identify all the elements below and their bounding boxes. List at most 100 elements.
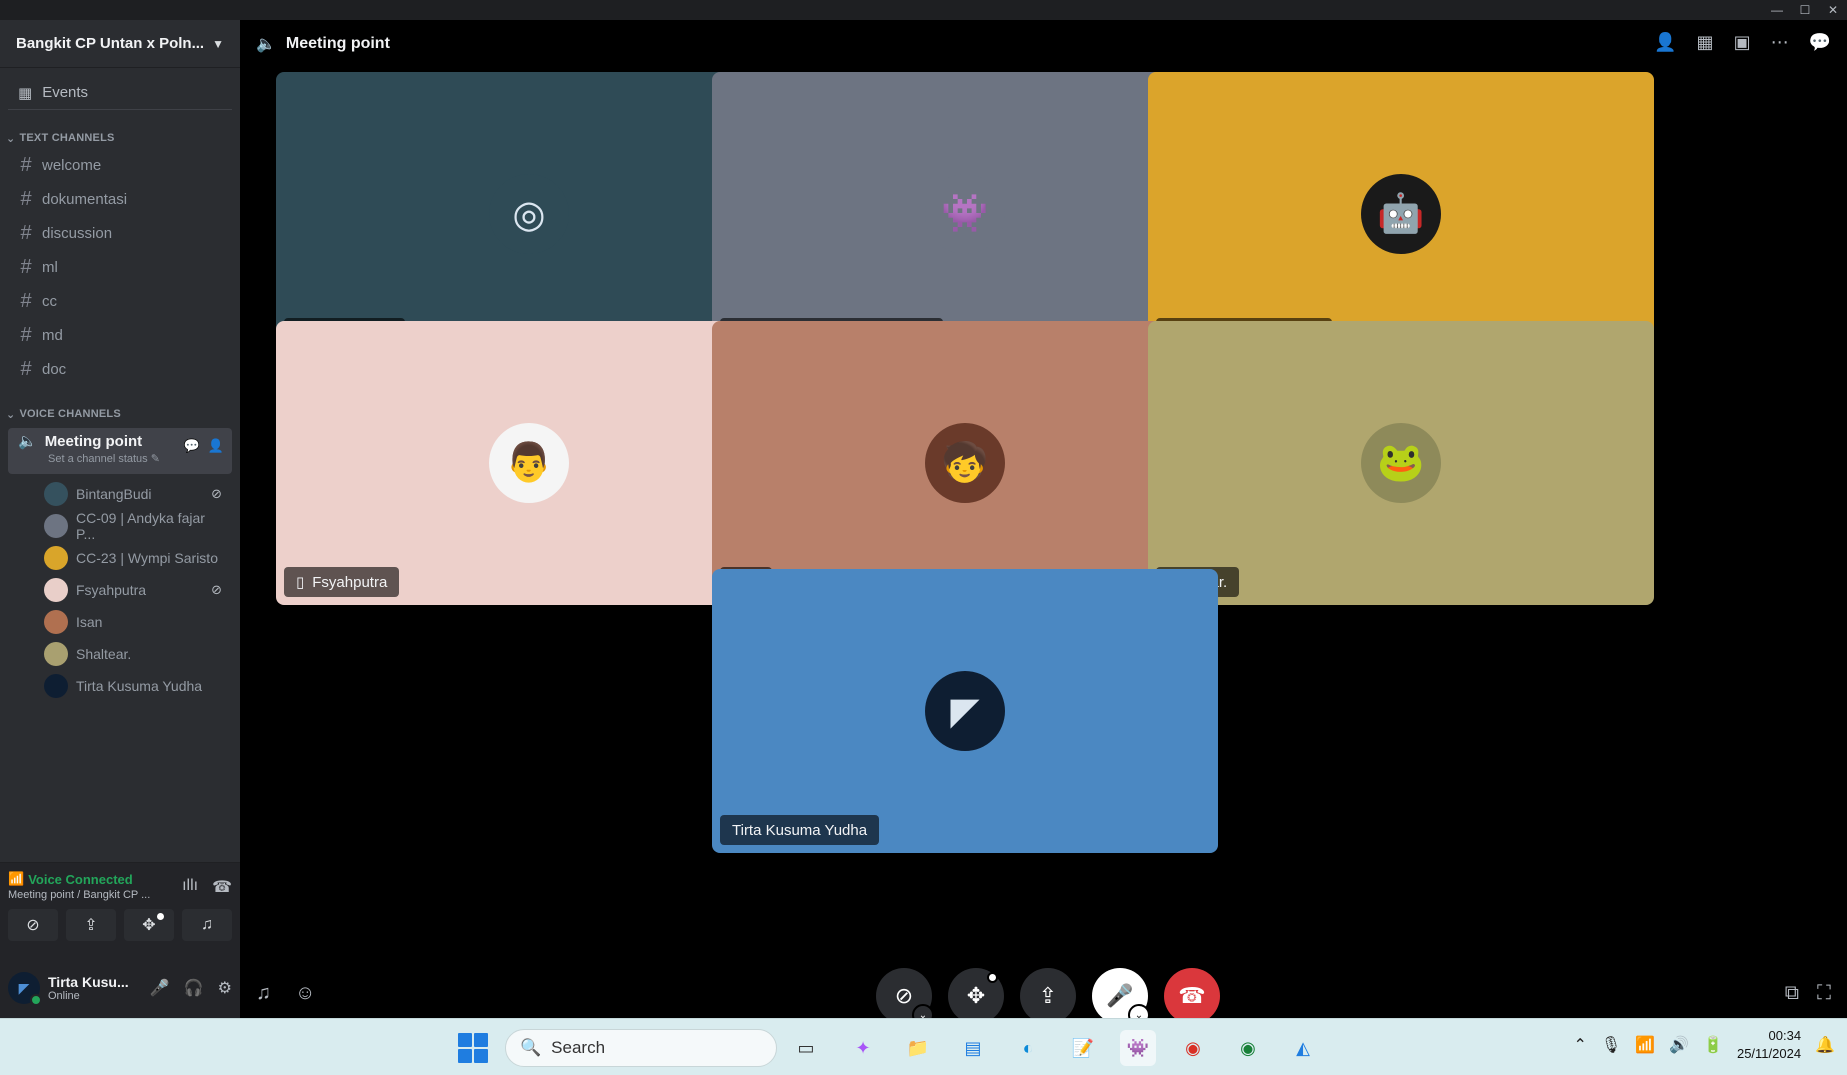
soundboard-button[interactable]: ♫ [182,909,232,941]
voice-member-item[interactable]: BintangBudi ⊘ [44,478,228,510]
microphone-button[interactable]: 🎤 ⌄ [1092,968,1150,1026]
server-header[interactable]: Bangkit CP Untan x Poln... ▼ [0,20,240,68]
voice-stage: 🔈 Meeting point 👤 ▦ ▣ ⋯ 💬 ◎▯BintangBudi⊘… [240,20,1847,1026]
chevron-down-icon: ▼ [212,36,224,51]
text-channel-item[interactable]: # dokumentasi [8,182,232,216]
avatar [44,674,68,698]
task-view-icon[interactable]: ▭ [788,1030,824,1066]
maximize-icon[interactable]: ☐ [1791,0,1819,20]
voice-member-item[interactable]: Shaltear. [44,638,228,670]
events-label: Events [42,84,89,101]
camera-off-button[interactable]: ⊘ [8,909,58,941]
camera-off-button[interactable]: ⊘ ⌄ [876,968,934,1026]
headphones-icon[interactable]: 🎧 [184,978,204,998]
text-channels-category[interactable]: ⌄ TEXT CHANNELS [0,128,240,148]
voice-member-item[interactable]: CC-23 | Wympi Saristo [44,542,228,574]
chat-icon[interactable]: 💬 [184,438,200,454]
wifi-icon[interactable]: 📶 [1635,1035,1655,1055]
voice-member-item[interactable]: Tirta Kusuma Yudha [44,670,228,702]
participant-tile[interactable]: ◎▯BintangBudi⊘ [276,72,782,356]
settings-gear-icon[interactable]: ⚙ [218,978,232,998]
add-user-icon[interactable]: 👤 [1654,32,1676,53]
muted-icon: ⊘ [211,582,222,597]
activities-button[interactable]: ✥ [124,909,174,941]
voice-connected-panel: 📶 Voice Connected Meeting point / Bangkit… [0,862,240,958]
avatar[interactable]: ◤ [8,972,42,1006]
avatar: 👨 [489,423,569,503]
clock[interactable]: 00:34 25/11/2024 [1737,1027,1801,1063]
microsoft-store-icon[interactable]: ▤ [955,1030,991,1066]
voice-channel-name: Meeting point [44,432,143,450]
discord-app-icon[interactable]: 👾 [1120,1030,1156,1066]
text-channel-item[interactable]: # doc [8,352,232,386]
voice-member-item[interactable]: Fsyahputra ⊘ [44,574,228,606]
grid-layout-icon[interactable]: ▦ [1697,32,1714,53]
more-options-icon[interactable]: ⋯ [1771,32,1789,53]
microphone-icon[interactable]: 🎙 [1601,1035,1621,1055]
voice-connected-status[interactable]: 📶 Voice Connected [8,871,150,887]
chrome-profile-icon[interactable]: ◉ [1230,1030,1266,1066]
speaker-icon: 🔈 [18,433,37,450]
search-icon: 🔍 [520,1038,542,1057]
disconnect-icon[interactable]: ☎ [212,877,232,897]
inbox-icon[interactable]: ▣ [1734,32,1751,53]
microphone-icon[interactable]: 🎤 [150,978,170,998]
minimize-icon[interactable]: — [1763,0,1791,20]
avatar: 👾 [925,174,1005,254]
participant-tile[interactable]: 👨▯Fsyahputra⊘ [276,321,782,605]
fullscreen-icon[interactable]: ⛶ [1817,982,1831,1005]
text-channel-item[interactable]: # discussion [8,216,232,250]
text-channel-item[interactable]: # welcome [8,148,232,182]
battery-icon[interactable]: 🔋 [1703,1035,1723,1055]
noise-suppression-icon[interactable]: ıllı [182,877,198,897]
user-info[interactable]: Tirta Kusu... Online [48,974,150,1002]
text-channel-item[interactable]: # cc [8,284,232,318]
voice-channels-category[interactable]: ⌄ VOICE CHANNELS [0,404,240,424]
participant-tile[interactable]: 👾CC-09 | Andyka fajar Pratama [712,72,1218,356]
soundboard-icon[interactable]: ♫ [256,982,271,1005]
avatar [44,610,68,634]
screen-share-button[interactable]: ⇪ [66,909,116,941]
close-icon[interactable]: ✕ [1819,0,1847,20]
app-icon[interactable]: ◭ [1285,1030,1321,1066]
member-name: Fsyahputra [76,582,147,598]
file-explorer-icon[interactable]: 📁 [900,1030,936,1066]
mobile-phone-icon: ▯ [296,574,305,591]
voice-connected-subtitle[interactable]: Meeting point / Bangkit CP ... [8,889,150,901]
text-channel-item[interactable]: # ml [8,250,232,284]
invite-icon[interactable]: 👤 [208,438,224,454]
speaker-icon: 🔈 [256,36,276,53]
text-channel-item[interactable]: # md [8,318,232,352]
edge-browser-icon[interactable]: ◐ [1010,1030,1046,1066]
notification-icon[interactable]: 🔔 [1815,1035,1835,1055]
screen-share-button[interactable]: ⇪ [1020,968,1076,1024]
participant-tile[interactable]: 🧒Isan [712,321,1218,605]
chat-icon[interactable]: 💬 [1809,32,1831,53]
hashtag-icon: # [20,323,32,346]
category-label: TEXT CHANNELS [19,132,115,144]
emoji-icon[interactable]: ☺ [295,982,315,1005]
volume-icon[interactable]: 🔊 [1669,1035,1689,1055]
voice-channel-meeting-point[interactable]: 🔈 Meeting point Set a channel status ✎ 💬… [8,428,232,474]
hashtag-icon: # [20,357,32,380]
copilot-icon[interactable]: ✦ [845,1030,881,1066]
windows-taskbar: 🔍 Search ▭ ✦ 📁 ▤ ◐ 📝 👾 ◉ ◉ ◭ ⌃ 🎙 📶 🔊 🔋 0… [0,1018,1847,1075]
disconnect-call-button[interactable]: ☎ [1164,968,1220,1024]
popout-icon[interactable]: ⧉ [1785,982,1799,1005]
events-item[interactable]: ▦ Events [8,76,232,110]
participant-tile[interactable]: ◤ Tirta Kusuma Yudha [712,569,1218,853]
voice-member-item[interactable]: Isan [44,606,228,638]
member-name: CC-23 | Wympi Saristo [76,550,218,566]
server-name: Bangkit CP Untan x Poln... [16,35,205,52]
windows-start-icon[interactable] [458,1033,488,1063]
notepad-icon[interactable]: 📝 [1065,1030,1101,1066]
voice-member-item[interactable]: CC-09 | Andyka fajar P... [44,510,228,542]
participant-tile[interactable]: 🤖CC-23 | Wympi Saristo [1148,72,1654,356]
taskbar-search-input[interactable]: 🔍 Search [505,1029,777,1067]
chevron-up-icon[interactable]: ⌃ [1573,1035,1586,1055]
participant-tile[interactable]: 🐸Shaltear. [1148,321,1654,605]
chrome-icon[interactable]: ◉ [1175,1030,1211,1066]
activities-button[interactable]: ✥ [948,968,1004,1024]
avatar [44,546,68,570]
voice-member-list: BintangBudi ⊘ CC-09 | Andyka fajar P... CC-… [0,478,240,702]
